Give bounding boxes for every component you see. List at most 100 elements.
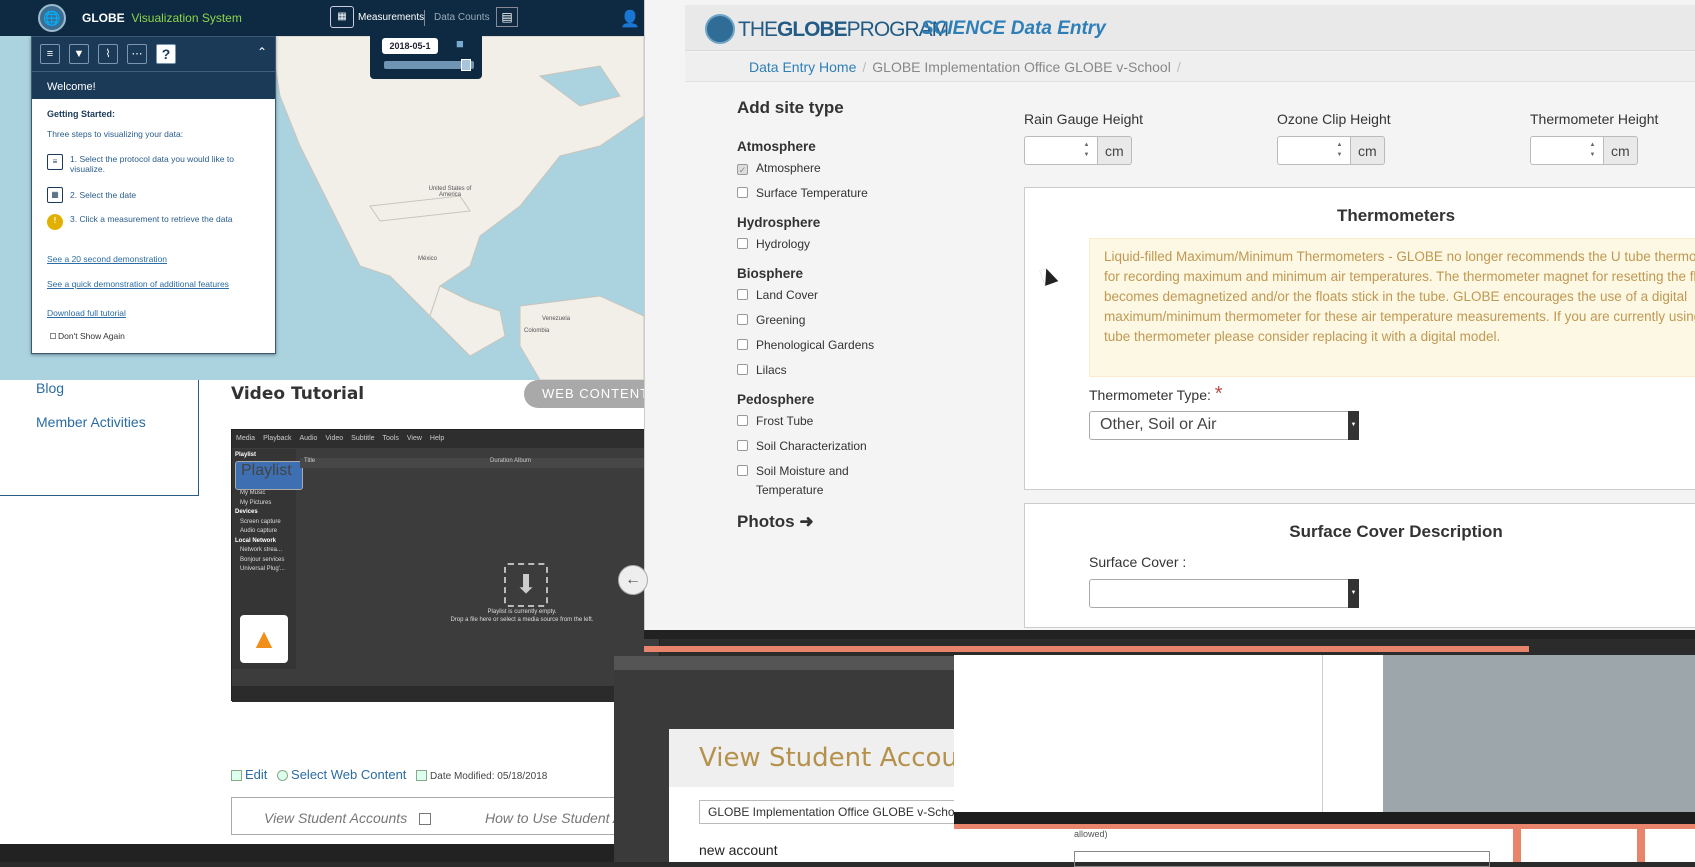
measurements-tab[interactable]: Measurements bbox=[358, 12, 424, 23]
checkbox-box[interactable] bbox=[737, 339, 748, 350]
site-checkbox-soil-characterization[interactable]: Soil Characterization bbox=[737, 437, 867, 456]
site-checkbox-atmosphere[interactable]: ✓ Atmosphere bbox=[737, 159, 821, 178]
checkbox-box[interactable] bbox=[737, 187, 748, 198]
required-mark: * bbox=[1214, 383, 1223, 405]
site-checkbox-hydrology[interactable]: Hydrology bbox=[737, 235, 810, 254]
vlc-menu-item: Subtitle bbox=[351, 435, 375, 442]
checkbox-label: Land Cover bbox=[756, 288, 819, 302]
height-number-input[interactable]: ▲ ▼ bbox=[1277, 136, 1351, 165]
height-number-input[interactable]: ▲ ▼ bbox=[1530, 136, 1604, 165]
height-label: Ozone Clip Height bbox=[1277, 111, 1391, 127]
checkbox-box[interactable] bbox=[737, 364, 748, 375]
vlc-menu-item: Video bbox=[325, 435, 344, 442]
document-icon bbox=[416, 770, 428, 782]
vlc-menu-item: Help bbox=[429, 435, 445, 442]
checkbox-label: Greening bbox=[756, 313, 806, 327]
download-tutorial-link[interactable]: Download full tutorial bbox=[47, 308, 237, 318]
edit-link[interactable]: Edit bbox=[245, 767, 267, 782]
checkbox-box[interactable] bbox=[737, 415, 748, 426]
vlc-empty-line2: Drop a file here or select a media sourc… bbox=[450, 617, 594, 623]
vlc-sidebar-item: Audio capture bbox=[240, 528, 278, 534]
checkbox-box[interactable]: ✓ bbox=[737, 164, 748, 175]
checkbox-box[interactable] bbox=[737, 238, 748, 249]
getting-started-heading: Getting Started: bbox=[47, 109, 116, 119]
height-label: Thermometer Height bbox=[1530, 111, 1659, 127]
date-slider[interactable] bbox=[384, 59, 474, 71]
site-checkbox-lilacs[interactable]: Lilacs bbox=[737, 361, 787, 380]
help-icon[interactable]: ? bbox=[156, 44, 176, 64]
surface-cover-select[interactable]: ▼ bbox=[1089, 579, 1359, 608]
vlc-sidebar-item: Network strea... bbox=[240, 547, 283, 553]
app-title: SCIENCE Data Entry bbox=[921, 18, 1106, 39]
site-checkbox-phenological-gardens[interactable]: Phenological Gardens bbox=[737, 336, 874, 355]
surface-cover-title: Surface Cover Description bbox=[1289, 522, 1503, 541]
content-tools: Edit Select Web Content Date Modified: 0… bbox=[231, 767, 547, 782]
checkbox-box[interactable] bbox=[737, 289, 748, 300]
vis-brand: GLOBE bbox=[82, 11, 125, 25]
dont-show-again-checkbox[interactable]: Don't Show Again bbox=[50, 331, 125, 341]
map-label-mexico: México bbox=[418, 256, 438, 262]
demo-features-link[interactable]: See a quick demonstration of additional … bbox=[47, 279, 237, 289]
checkbox-box[interactable] bbox=[737, 465, 748, 476]
date-value[interactable]: 2018-05-1 bbox=[382, 38, 438, 54]
checkbox-box[interactable] bbox=[50, 333, 56, 339]
form-window: allowed) bbox=[954, 829, 1695, 867]
checkbox-label: Phenological Gardens bbox=[756, 338, 875, 352]
form-input[interactable] bbox=[1074, 851, 1490, 867]
site-checkbox-greening[interactable]: Greening bbox=[737, 311, 805, 330]
vlc-sidebar-item: Bonjour services bbox=[240, 556, 285, 563]
site-checkbox-frost-tube[interactable]: Frost Tube bbox=[737, 412, 813, 431]
more-icon[interactable]: ⋯ bbox=[127, 44, 147, 64]
bottom-tabs: View Student Accounts How to Use Student… bbox=[231, 797, 660, 835]
vlc-empty-line1: Playlist is currently empty. bbox=[487, 609, 557, 615]
date-slider-thumb[interactable] bbox=[461, 59, 472, 71]
calendar-icon[interactable]: ▦ bbox=[330, 6, 354, 28]
browser-toolbar bbox=[614, 656, 954, 670]
layers-icon: ≡ bbox=[47, 154, 63, 170]
thermometer-type-select[interactable]: Other, Soil or Air ▼ bbox=[1089, 411, 1359, 440]
map-label-colombia: Colombia bbox=[524, 328, 550, 334]
tab-how-to-use[interactable]: How to Use Student Ac bbox=[485, 810, 629, 826]
thermometer-type-text: Thermometer Type: bbox=[1089, 387, 1211, 403]
filter-icon[interactable]: ▼ bbox=[69, 44, 89, 64]
visualization-window: United States of America México Venezuel… bbox=[0, 0, 644, 380]
chevron-up-icon[interactable]: ⌃ bbox=[257, 45, 267, 59]
step-1-text: 1. Select the protocol data you would li… bbox=[70, 154, 234, 174]
vis-brand-sub: Visualization System bbox=[131, 11, 242, 25]
user-icon[interactable]: 👤 bbox=[620, 9, 640, 29]
chart-icon[interactable]: ⌇ bbox=[98, 44, 118, 64]
data-counts-icon[interactable]: ▤ bbox=[496, 7, 518, 27]
step-2-text: 2. Select the date bbox=[70, 190, 137, 200]
checkbox-box[interactable] bbox=[737, 314, 748, 325]
popup-icon bbox=[419, 813, 432, 826]
blog-link[interactable]: Blog bbox=[36, 380, 64, 396]
layers-icon[interactable]: ≡ bbox=[40, 44, 60, 64]
photos-link[interactable]: Photos ➜ bbox=[737, 512, 814, 532]
site-group-pedosphere: Pedosphere bbox=[737, 392, 815, 407]
tab-view-student-accounts[interactable]: View Student Accounts bbox=[264, 810, 407, 826]
spinner-icon[interactable]: ▲ ▼ bbox=[1588, 140, 1597, 161]
checkbox-label: Atmosphere bbox=[756, 161, 821, 175]
new-account-link[interactable]: new account bbox=[699, 842, 778, 858]
gear-icon bbox=[277, 770, 289, 782]
site-checkbox-soil-moisture-and-temperature[interactable]: Soil Moisture and Temperature bbox=[737, 462, 886, 500]
select-web-content-link[interactable]: Select Web Content bbox=[291, 767, 406, 782]
checkbox-box[interactable] bbox=[737, 440, 748, 451]
window-edge-accent bbox=[1637, 829, 1645, 862]
spinner-icon[interactable]: ▲ ▼ bbox=[1335, 140, 1344, 161]
demo-20-second-link[interactable]: See a 20 second demonstration bbox=[47, 254, 237, 264]
spinner-icon[interactable]: ▲ ▼ bbox=[1082, 140, 1091, 161]
surface-cover-label: Surface Cover : bbox=[1089, 554, 1187, 570]
site-checkbox-land-cover[interactable]: Land Cover bbox=[737, 286, 818, 305]
vsa-title: View Student Account bbox=[699, 743, 985, 773]
member-activities-link[interactable]: Member Activities bbox=[36, 414, 146, 430]
vlc-sidebar-item: Local Network bbox=[235, 537, 277, 544]
height-number-input[interactable]: ▲ ▼ bbox=[1024, 136, 1098, 165]
image-window bbox=[954, 655, 1695, 815]
site-checkbox-surface-temperature[interactable]: Surface Temperature bbox=[737, 184, 868, 203]
video-camera-icon[interactable]: ■ bbox=[456, 36, 464, 51]
data-counts-tab[interactable]: Data Counts bbox=[434, 12, 490, 23]
back-arrow-icon[interactable]: ← bbox=[618, 565, 648, 595]
site-group-biosphere: Biosphere bbox=[737, 266, 804, 281]
breadcrumb-home[interactable]: Data Entry Home bbox=[749, 59, 856, 75]
